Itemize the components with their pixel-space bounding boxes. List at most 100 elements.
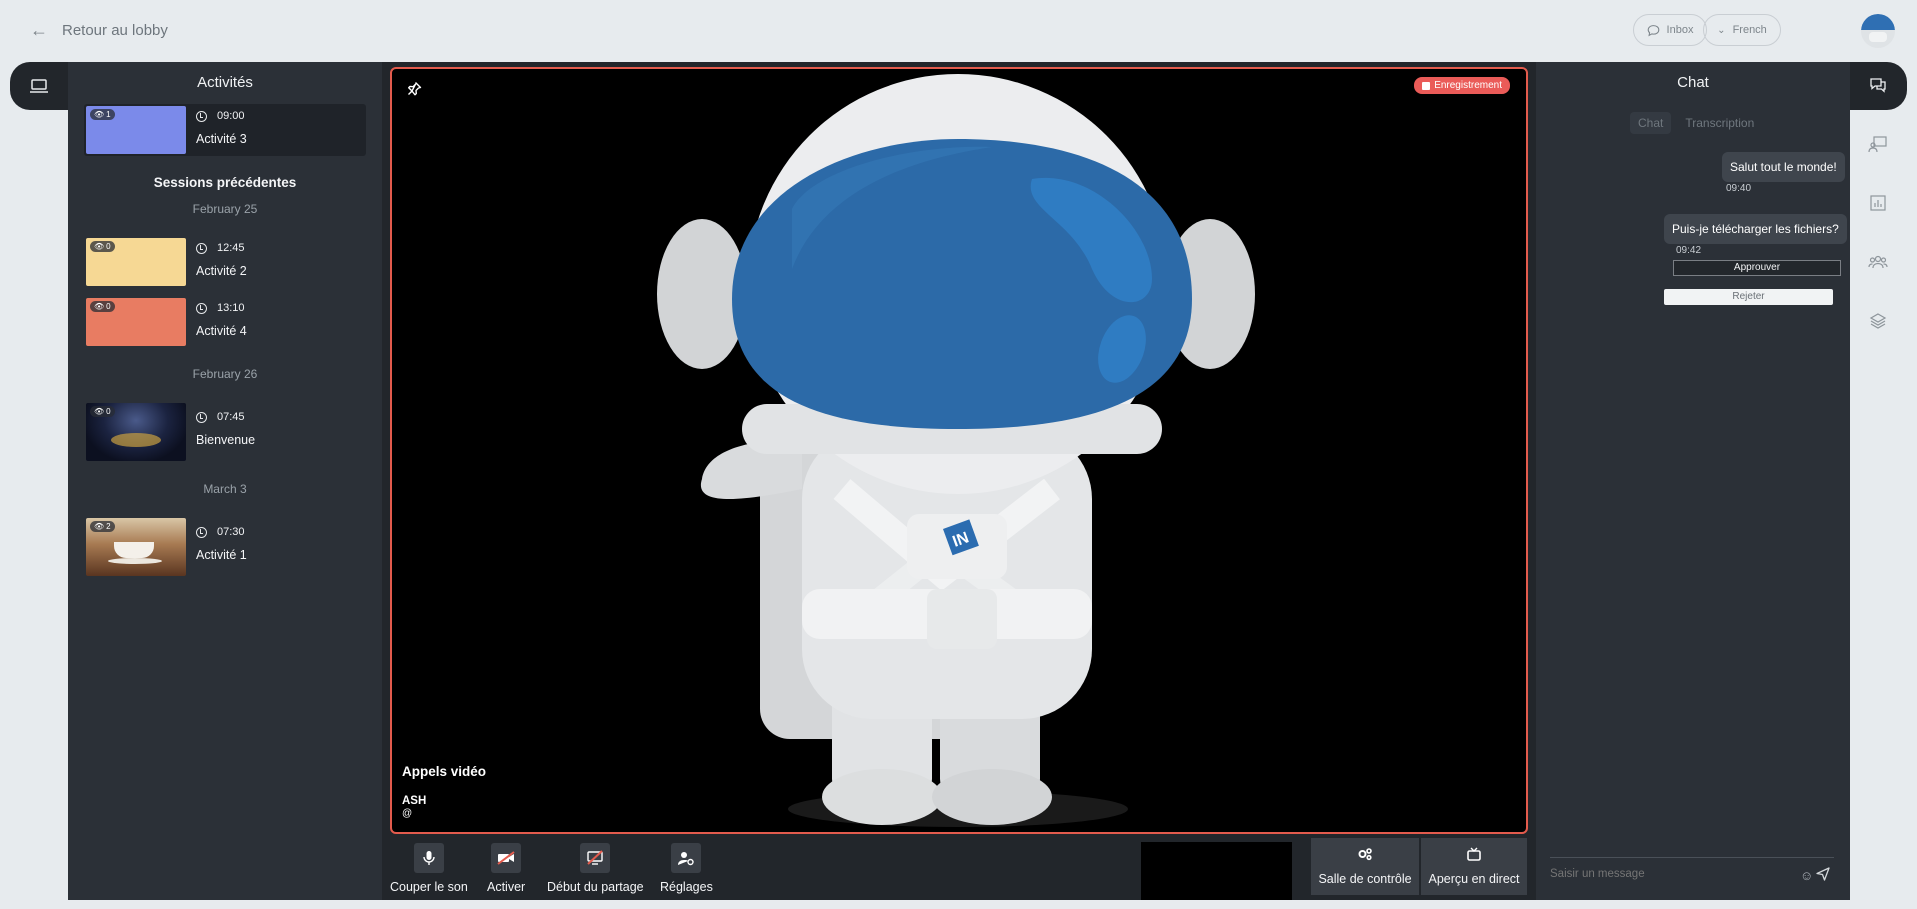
activity-card[interactable]: 👁 0 12:45 Activité 2 — [84, 236, 366, 288]
clock-icon — [196, 302, 207, 314]
reject-button[interactable]: Rejeter — [1664, 289, 1833, 305]
viewer-badge: 👁 2 — [90, 521, 115, 532]
activity-name: Activité 3 — [196, 132, 247, 146]
emoji-icon[interactable]: ☺ — [1800, 868, 1813, 883]
chat-message: Salut tout le monde! — [1722, 152, 1845, 182]
activity-time-value: 07:30 — [217, 526, 245, 538]
presenter-icon[interactable] — [1868, 134, 1890, 156]
top-bar: ← Retour au lobby Inbox ⌄ French — [0, 0, 1917, 62]
activity-name: Bienvenue — [196, 433, 256, 447]
layers-icon[interactable] — [1868, 311, 1890, 333]
avatar-face — [1869, 32, 1887, 42]
activity-name: Activité 4 — [196, 324, 247, 338]
viewer-count: 0 — [106, 302, 111, 311]
tab-transcription[interactable]: Transcription — [1677, 112, 1762, 134]
speech-bubble-icon — [1647, 24, 1659, 36]
viewer-badge: 👁 0 — [90, 301, 115, 312]
activity-card[interactable]: 👁 0 13:10 Activité 4 — [84, 296, 366, 348]
right-rail — [1850, 62, 1907, 900]
viewer-count: 0 — [106, 242, 111, 251]
activities-title: Activités — [197, 74, 253, 91]
activity-time: 12:45 — [196, 242, 245, 254]
date-header: February 25 — [192, 202, 258, 216]
chat-title: Chat — [1677, 74, 1709, 91]
back-to-lobby-link[interactable]: ← Retour au lobby — [30, 20, 168, 41]
mute-label: Couper le son — [390, 880, 468, 894]
live-preview-label: Aperçu en direct — [1428, 872, 1520, 886]
laptop-icon[interactable] — [28, 75, 50, 97]
saucer — [108, 558, 162, 564]
activity-thumbnail: 👁 0 — [86, 238, 186, 286]
eye-icon: 👁 — [94, 407, 105, 416]
chart-icon[interactable] — [1868, 193, 1890, 215]
eye-icon: 👁 — [94, 110, 105, 119]
share-label: Début du partage — [547, 880, 644, 894]
video-tile[interactable]: Enregistrement IN Appels vidéo ASH @ — [390, 67, 1528, 834]
message-input[interactable] — [1550, 868, 1780, 880]
avatar-helmet — [1861, 14, 1895, 30]
activity-thumbnail: 👁 2 — [86, 518, 186, 576]
user-settings-icon — [671, 843, 702, 873]
share-button[interactable]: Début du partage — [547, 843, 644, 894]
eye-icon: 👁 — [94, 522, 105, 531]
stage: Enregistrement IN Appels vidéo ASH @ Cou… — [382, 62, 1536, 900]
input-divider — [1550, 857, 1834, 858]
activity-time: 09:00 — [196, 110, 245, 122]
self-preview — [1141, 842, 1292, 900]
eye-icon: 👁 — [94, 302, 105, 311]
language-select[interactable]: ⌄ French — [1703, 14, 1781, 46]
message-time: 09:42 — [1676, 245, 1702, 256]
camera-label: Activer — [487, 880, 526, 894]
control-bar: Couper le son Activer Début du partage R… — [382, 837, 1536, 900]
hall-lights — [111, 433, 161, 447]
message-text: Salut tout le monde! — [1730, 160, 1837, 174]
activity-time: 07:45 — [196, 411, 245, 423]
mute-button[interactable]: Couper le son — [390, 843, 468, 894]
inbox-button[interactable]: Inbox — [1633, 14, 1707, 46]
activity-thumbnail: 👁 0 — [86, 403, 186, 461]
left-rail-body — [10, 110, 68, 900]
clock-icon — [196, 242, 207, 254]
chat-panel: Chat Chat Transcription Salut tout le mo… — [1536, 62, 1850, 900]
approve-button[interactable]: Approuver — [1673, 260, 1841, 276]
viewer-count: 2 — [106, 522, 111, 531]
control-room-label: Salle de contrôle — [1318, 872, 1412, 886]
participant-name: ASH — [402, 795, 427, 807]
activity-thumbnail: 👁 0 — [86, 298, 186, 346]
viewer-count: 0 — [106, 407, 111, 416]
activity-time-value: 12:45 — [217, 242, 245, 254]
activity-card-current[interactable]: 👁 1 09:00 Activité 3 — [84, 104, 366, 156]
chat-icon[interactable] — [1868, 75, 1890, 97]
user-avatar[interactable] — [1861, 14, 1895, 48]
live-preview-button[interactable]: Aperçu en direct — [1421, 838, 1527, 895]
right-rail-body — [1850, 110, 1907, 900]
activity-card[interactable]: 👁 0 07:45 Bienvenue — [84, 401, 366, 461]
viewer-badge: 👁 1 — [90, 109, 115, 120]
message-time: 09:40 — [1726, 183, 1752, 194]
tab-chat[interactable]: Chat — [1630, 112, 1672, 134]
activity-name: Activité 1 — [196, 548, 247, 562]
camera-off-icon — [491, 843, 522, 873]
activity-card[interactable]: 👁 2 07:30 Activité 1 — [84, 516, 366, 576]
people-icon[interactable] — [1868, 252, 1890, 274]
activity-name: Activité 2 — [196, 264, 247, 278]
microphone-icon — [413, 843, 444, 873]
eye-icon: 👁 — [94, 242, 105, 251]
camera-button[interactable]: Activer — [487, 843, 525, 894]
chevron-down-icon: ⌄ — [1717, 24, 1726, 36]
viewer-count: 1 — [106, 110, 111, 119]
control-room-button[interactable]: Salle de contrôle — [1311, 838, 1419, 895]
activity-time-value: 13:10 — [217, 302, 245, 314]
previous-sessions-title: Sessions précédentes — [153, 175, 297, 190]
screen-share-off-icon — [580, 843, 611, 873]
send-icon[interactable] — [1816, 867, 1830, 886]
language-label: French — [1732, 24, 1767, 36]
clock-icon — [196, 411, 207, 423]
coffee-cup — [114, 542, 154, 558]
participant-handle: @ — [402, 808, 413, 819]
date-header: February 26 — [192, 367, 258, 381]
activity-time: 07:30 — [196, 526, 245, 538]
settings-button[interactable]: Réglages — [660, 843, 713, 894]
settings-label: Réglages — [660, 880, 713, 894]
activity-time: 13:10 — [196, 302, 245, 314]
